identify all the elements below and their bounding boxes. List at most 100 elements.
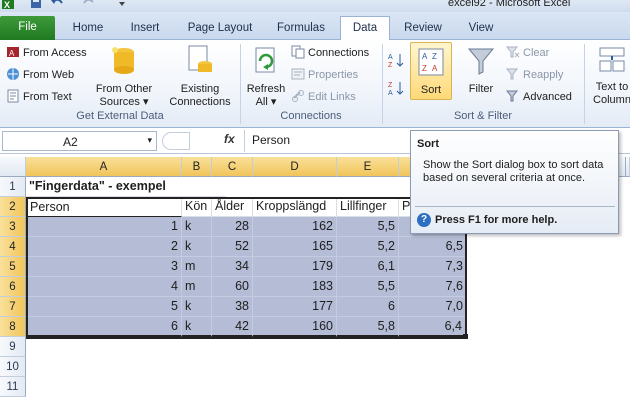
cell-f6[interactable]: 7,6 <box>399 277 467 297</box>
tab-formulas[interactable]: Formulas <box>270 17 332 40</box>
formula-input[interactable]: Person <box>252 133 290 147</box>
chevron-down-icon[interactable]: ▾ <box>147 135 152 146</box>
from-access-button[interactable]: A From Access <box>6 44 87 62</box>
from-other-label-2: Sources <box>99 96 140 108</box>
save-icon[interactable] <box>30 0 42 11</box>
connections-button[interactable]: Connections <box>291 44 369 62</box>
row-header[interactable]: 8 <box>0 317 26 337</box>
cell-a1[interactable]: "Fingerdata" - exempel <box>26 177 226 197</box>
from-other-label-1: From Other <box>95 83 153 95</box>
cell-c2[interactable]: Ålder <box>212 197 253 217</box>
column-header-a[interactable]: A <box>26 157 182 177</box>
cell-d4[interactable]: 165 <box>253 237 337 257</box>
row-header[interactable]: 7 <box>0 297 26 317</box>
cell-b7[interactable]: k <box>182 297 212 317</box>
cell-b6[interactable]: m <box>182 277 212 297</box>
fill-handle[interactable] <box>463 334 468 339</box>
cell-c6[interactable]: 60 <box>212 277 253 297</box>
cell-d3[interactable]: 162 <box>253 217 337 237</box>
advanced-button[interactable]: Advanced <box>505 88 572 106</box>
cell-c5[interactable]: 34 <box>212 257 253 277</box>
cell-b2[interactable]: Kön <box>182 197 212 217</box>
tab-page-layout[interactable]: Page Layout <box>180 17 260 40</box>
row-header[interactable]: 1 <box>0 177 26 197</box>
cell-c8[interactable]: 42 <box>212 317 253 337</box>
cell-a7[interactable]: 5 <box>26 297 182 317</box>
tab-file[interactable]: File <box>0 16 55 40</box>
filter-button[interactable]: Filter <box>460 46 502 96</box>
text-to-columns-button[interactable]: Text to Column <box>590 44 630 107</box>
cell-a2-active[interactable]: Person <box>26 197 182 217</box>
tab-insert[interactable]: Insert <box>122 17 168 40</box>
cell-e6[interactable]: 5,5 <box>337 277 399 297</box>
cell-d8[interactable]: 160 <box>253 317 337 337</box>
properties-button[interactable]: Properties <box>291 66 358 84</box>
cell-e7[interactable]: 6 <box>337 297 399 317</box>
column-header-b[interactable]: B <box>182 157 212 177</box>
cell-c7[interactable]: 38 <box>212 297 253 317</box>
cell-b5[interactable]: m <box>182 257 212 277</box>
formula-bar-resize-handle[interactable] <box>162 132 190 150</box>
cell-b8[interactable]: k <box>182 317 212 337</box>
advanced-label: Advanced <box>523 91 572 103</box>
refresh-all-button[interactable]: Refresh All ▾ <box>244 46 288 109</box>
reapply-button[interactable]: Reapply <box>505 66 563 84</box>
select-all-corner[interactable] <box>0 157 26 177</box>
from-text-button[interactable]: From Text <box>6 88 72 106</box>
cell-a5[interactable]: 3 <box>26 257 182 277</box>
clear-button[interactable]: Clear <box>505 44 549 62</box>
cell-a4[interactable]: 2 <box>26 237 182 257</box>
sort-ascending-button[interactable]: AZ <box>388 52 405 70</box>
cell-d7[interactable]: 177 <box>253 297 337 317</box>
tab-view[interactable]: View <box>458 17 504 40</box>
cell-d2[interactable]: Kroppslängd <box>253 197 337 217</box>
insert-function-icon[interactable]: fx <box>224 132 235 146</box>
row-header[interactable]: 6 <box>0 277 26 297</box>
tab-review[interactable]: Review <box>396 17 450 40</box>
edit-links-button[interactable]: Edit Links <box>291 88 356 106</box>
row-header[interactable]: 11 <box>0 377 26 397</box>
cell-e8[interactable]: 5,8 <box>337 317 399 337</box>
existing-connections-button[interactable]: Existing Connections <box>164 44 236 109</box>
access-icon: A <box>6 45 20 59</box>
row-header[interactable]: 4 <box>0 237 26 257</box>
customize-toolbar-icon[interactable] <box>118 0 126 11</box>
cell-c3[interactable]: 28 <box>212 217 253 237</box>
cell-c4[interactable]: 52 <box>212 237 253 257</box>
cell-a3[interactable]: 1 <box>26 217 182 237</box>
cell-b3[interactable]: k <box>182 217 212 237</box>
column-header-d[interactable]: D <box>253 157 337 177</box>
undo-icon[interactable] <box>50 0 64 11</box>
from-other-sources-button[interactable]: From Other Sources ▾ <box>92 44 156 109</box>
cell-f5[interactable]: 7,3 <box>399 257 467 277</box>
sort-descending-button[interactable]: ZA <box>388 80 405 98</box>
cell-f7[interactable]: 7,0 <box>399 297 467 317</box>
cell-a6[interactable]: 4 <box>26 277 182 297</box>
row-header[interactable]: 9 <box>0 337 26 357</box>
cell-e3[interactable]: 5,5 <box>337 217 399 237</box>
from-web-button[interactable]: From Web <box>6 66 74 84</box>
row-header[interactable]: 3 <box>0 217 26 237</box>
cell-f4[interactable]: 6,5 <box>399 237 467 257</box>
redo-icon[interactable] <box>82 0 96 11</box>
cell-e2[interactable]: Lillfinger <box>337 197 399 217</box>
tab-home[interactable]: Home <box>62 17 114 40</box>
row-header[interactable]: 2 <box>0 197 26 217</box>
column-header-e[interactable]: E <box>337 157 399 177</box>
link-icon <box>291 89 305 103</box>
column-header-c[interactable]: C <box>212 157 253 177</box>
cell-d6[interactable]: 183 <box>253 277 337 297</box>
cell-f8[interactable]: 6,4 <box>399 317 467 337</box>
row-header[interactable]: 10 <box>0 357 26 377</box>
group-label-get-external-data: Get External Data <box>76 110 164 122</box>
name-box[interactable]: A2 ▾ <box>2 131 157 151</box>
sort-button[interactable]: AZZA Sort <box>410 42 452 100</box>
cell-a8[interactable]: 6 <box>26 317 182 337</box>
cell-e5[interactable]: 6,1 <box>337 257 399 277</box>
cell-d5[interactable]: 179 <box>253 257 337 277</box>
text-to-columns-icon <box>590 44 630 78</box>
tab-data[interactable]: Data <box>340 16 390 40</box>
cell-b4[interactable]: k <box>182 237 212 257</box>
row-header[interactable]: 5 <box>0 257 26 277</box>
cell-e4[interactable]: 5,2 <box>337 237 399 257</box>
